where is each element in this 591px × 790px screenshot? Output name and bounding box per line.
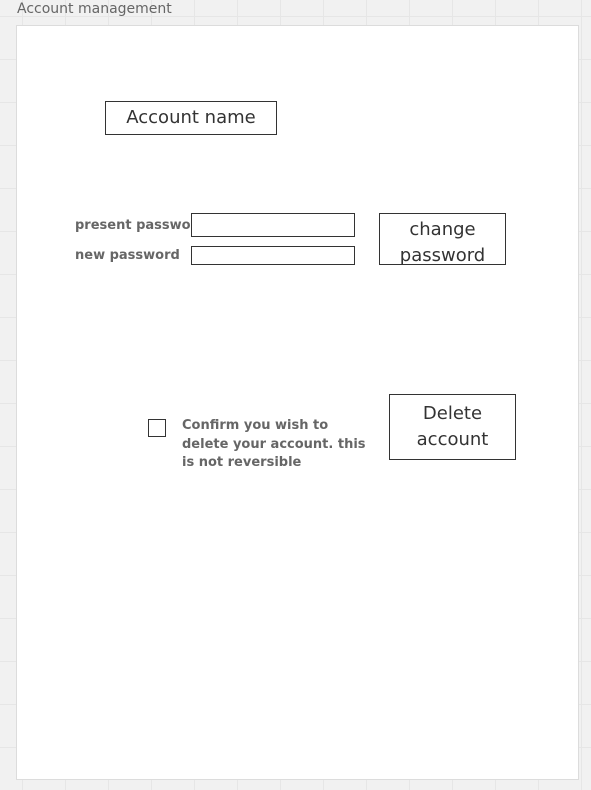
present-password-input[interactable] bbox=[191, 213, 355, 237]
confirm-delete-checkbox[interactable] bbox=[148, 419, 166, 437]
new-password-input[interactable] bbox=[191, 246, 355, 265]
account-name-box: Account name bbox=[105, 101, 277, 135]
present-password-label: present password bbox=[75, 218, 207, 233]
frame-title: Account management bbox=[17, 1, 172, 17]
confirm-delete-label: Confirm you wish to delete your account.… bbox=[182, 418, 366, 470]
change-password-button[interactable]: change password bbox=[379, 213, 506, 265]
delete-account-button[interactable]: Delete account bbox=[389, 394, 516, 460]
new-password-label: new password bbox=[75, 248, 180, 263]
